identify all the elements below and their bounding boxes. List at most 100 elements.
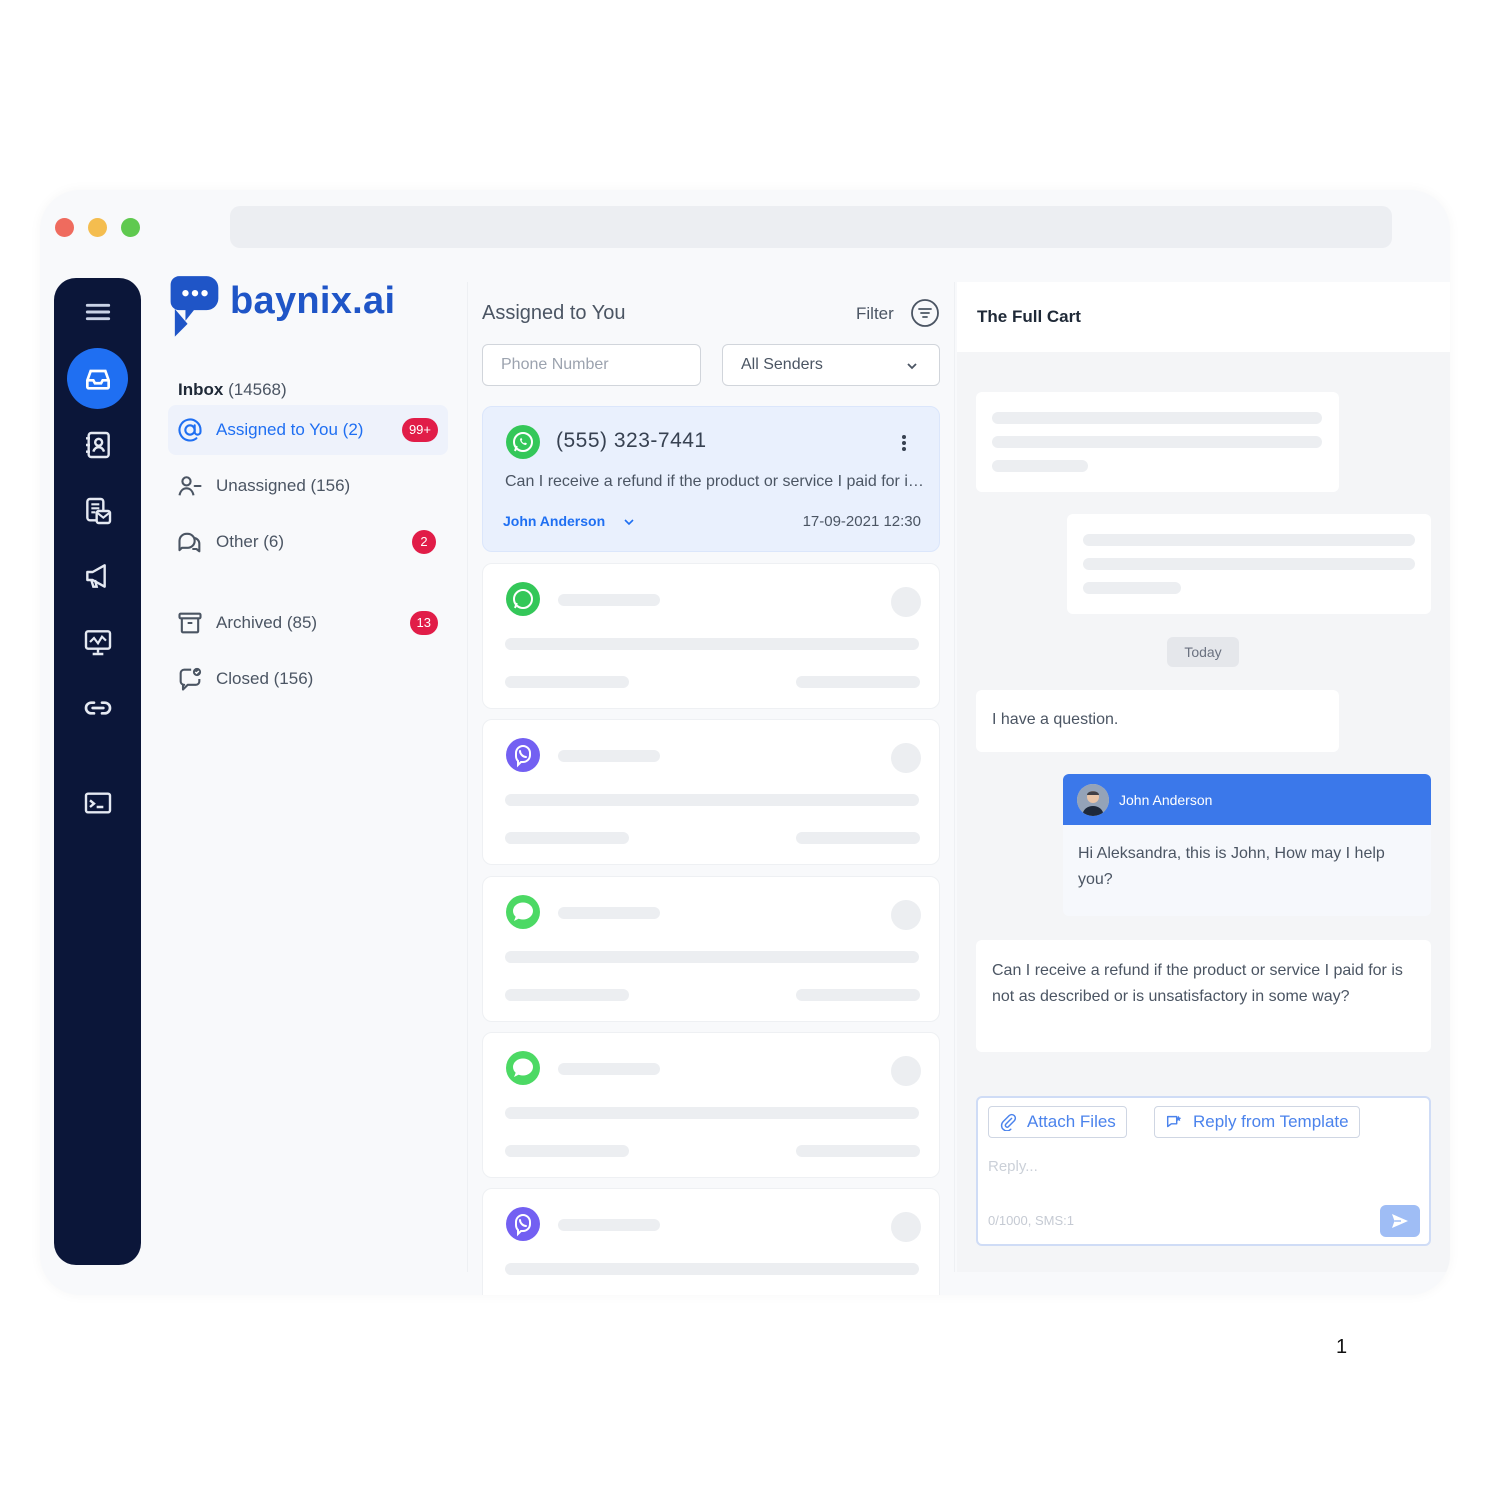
skeleton-line: [505, 832, 629, 844]
chat-thread: Today I have a question. John Anderson H…: [957, 352, 1450, 1272]
message-text: Hi Aleksandra, this is John, How may I h…: [1078, 845, 1385, 888]
viber-icon: [506, 738, 540, 772]
incoming-message: Can I receive a refund if the product or…: [976, 940, 1431, 1052]
maximize-window-dot[interactable]: [121, 218, 140, 237]
skeleton-line: [992, 412, 1322, 424]
skeleton-line: [505, 638, 919, 650]
skeleton-line: [796, 676, 920, 688]
filter-button[interactable]: Filter: [856, 304, 894, 324]
conversation-phone: (555) 323-7441: [556, 429, 707, 452]
more-vertical-icon[interactable]: [897, 431, 911, 455]
conversation-item-placeholder[interactable]: [482, 1188, 940, 1295]
count-badge: 2: [412, 530, 436, 554]
template-icon: [1166, 1115, 1182, 1128]
chat-panel: The Full Cart Today I have a question. J…: [957, 282, 1450, 1272]
folder-unassigned[interactable]: Unassigned (156): [168, 461, 448, 511]
skeleton-dot: [891, 587, 921, 617]
chat-header: The Full Cart: [957, 282, 1450, 352]
date-divider: Today: [1167, 637, 1239, 667]
phone-number-input[interactable]: [482, 344, 701, 386]
count-badge: 99+: [401, 418, 438, 442]
integrations-icon[interactable]: [76, 686, 120, 730]
folders-panel: baynix.ai Inbox (14568) Assigned to You …: [160, 270, 465, 1270]
attach-files-button[interactable]: Attach Files: [988, 1106, 1127, 1138]
skeleton-line: [505, 1145, 629, 1157]
viber-icon: [506, 1207, 540, 1241]
chat-bubbles-icon: [178, 532, 201, 553]
reply-composer: Attach Files Reply from Template 0/1000,…: [976, 1096, 1431, 1246]
menu-icon[interactable]: [76, 290, 120, 334]
conversation-preview: Can I receive a refund if the product or…: [505, 473, 925, 490]
assigned-agent[interactable]: John Anderson: [503, 513, 605, 529]
message-placeholder: [976, 392, 1339, 492]
skeleton-line: [558, 1063, 660, 1075]
logo-icon: [170, 276, 219, 337]
chevron-down-icon[interactable]: [623, 517, 635, 527]
list-title: Assigned to You: [482, 302, 626, 324]
reply-input[interactable]: [988, 1152, 1368, 1180]
agent-message-body: Hi Aleksandra, this is John, How may I h…: [1063, 825, 1431, 909]
sender-select[interactable]: All Senders: [722, 344, 940, 386]
address-bar[interactable]: [230, 206, 1392, 248]
skeleton-dot: [891, 743, 921, 773]
archive-icon: [178, 612, 202, 634]
send-button[interactable]: [1380, 1205, 1420, 1237]
analytics-icon[interactable]: [76, 620, 120, 664]
folder-label: Closed (156): [216, 669, 314, 688]
send-icon: [1392, 1214, 1408, 1228]
contacts-icon[interactable]: [76, 423, 120, 467]
close-window-dot[interactable]: [55, 218, 74, 237]
conversation-item-placeholder[interactable]: [482, 876, 940, 1022]
page-number: 1: [1336, 1336, 1348, 1358]
reply-template-button[interactable]: Reply from Template: [1154, 1106, 1360, 1138]
skeleton-dot: [891, 1056, 921, 1086]
folder-label: Unassigned (156): [216, 476, 351, 495]
skeleton-line: [1083, 582, 1181, 594]
folder-archived[interactable]: Archived (85) 13: [168, 598, 448, 648]
skeleton-line: [505, 1107, 919, 1119]
conversation-item-placeholder[interactable]: [482, 719, 940, 865]
folder-assigned-to-you[interactable]: Assigned to You (2) 99+: [168, 405, 448, 455]
chevron-down-icon: [907, 363, 917, 370]
skeleton-line: [1083, 534, 1415, 546]
templates-icon[interactable]: [76, 489, 120, 533]
skeleton-dot: [891, 1212, 921, 1242]
skeleton-dot: [891, 900, 921, 930]
whatsapp-icon: [506, 425, 540, 459]
reply-template-label: Reply from Template: [1193, 1112, 1349, 1131]
incoming-message: I have a question.: [976, 690, 1339, 752]
inbox-count: (14568): [228, 380, 287, 399]
minimize-window-dot[interactable]: [88, 218, 107, 237]
skeleton-line: [992, 460, 1088, 472]
imessage-icon: [506, 1051, 540, 1085]
conversation-item-placeholder[interactable]: [482, 563, 940, 709]
conversation-item-placeholder[interactable]: [482, 1032, 940, 1178]
message-text: Can I receive a refund if the product or…: [992, 962, 1403, 1005]
inbox-icon[interactable]: [67, 348, 128, 409]
skeleton-line: [505, 676, 629, 688]
count-badge: 13: [409, 611, 438, 635]
whatsapp-icon: [506, 582, 540, 616]
folder-label: Archived (85): [216, 613, 318, 632]
skeleton-line: [558, 1219, 660, 1231]
avatar: [1077, 783, 1109, 816]
paperclip-icon: [1000, 1113, 1017, 1131]
terminal-icon[interactable]: [76, 781, 120, 825]
folder-closed[interactable]: Closed (156): [168, 654, 448, 704]
inbox-label: Inbox: [178, 380, 224, 399]
message-placeholder: [1067, 514, 1431, 614]
skeleton-line: [558, 594, 660, 606]
skeleton-line: [505, 951, 919, 963]
skeleton-line: [796, 1145, 920, 1157]
sender-select-value: All Senders: [741, 356, 823, 373]
filter-icon[interactable]: [909, 297, 941, 329]
skeleton-line: [558, 907, 660, 919]
agent-name: John Anderson: [1119, 791, 1213, 808]
folder-other[interactable]: Other (6) 2: [168, 517, 448, 567]
conversation-item-selected[interactable]: (555) 323-7441 Can I receive a refund if…: [482, 406, 940, 552]
skeleton-line: [558, 750, 660, 762]
brand-logo: baynix.ai: [168, 273, 395, 343]
app-window: baynix.ai Inbox (14568) Assigned to You …: [40, 190, 1450, 1295]
skeleton-line: [505, 989, 629, 1001]
campaign-icon[interactable]: [76, 554, 120, 598]
